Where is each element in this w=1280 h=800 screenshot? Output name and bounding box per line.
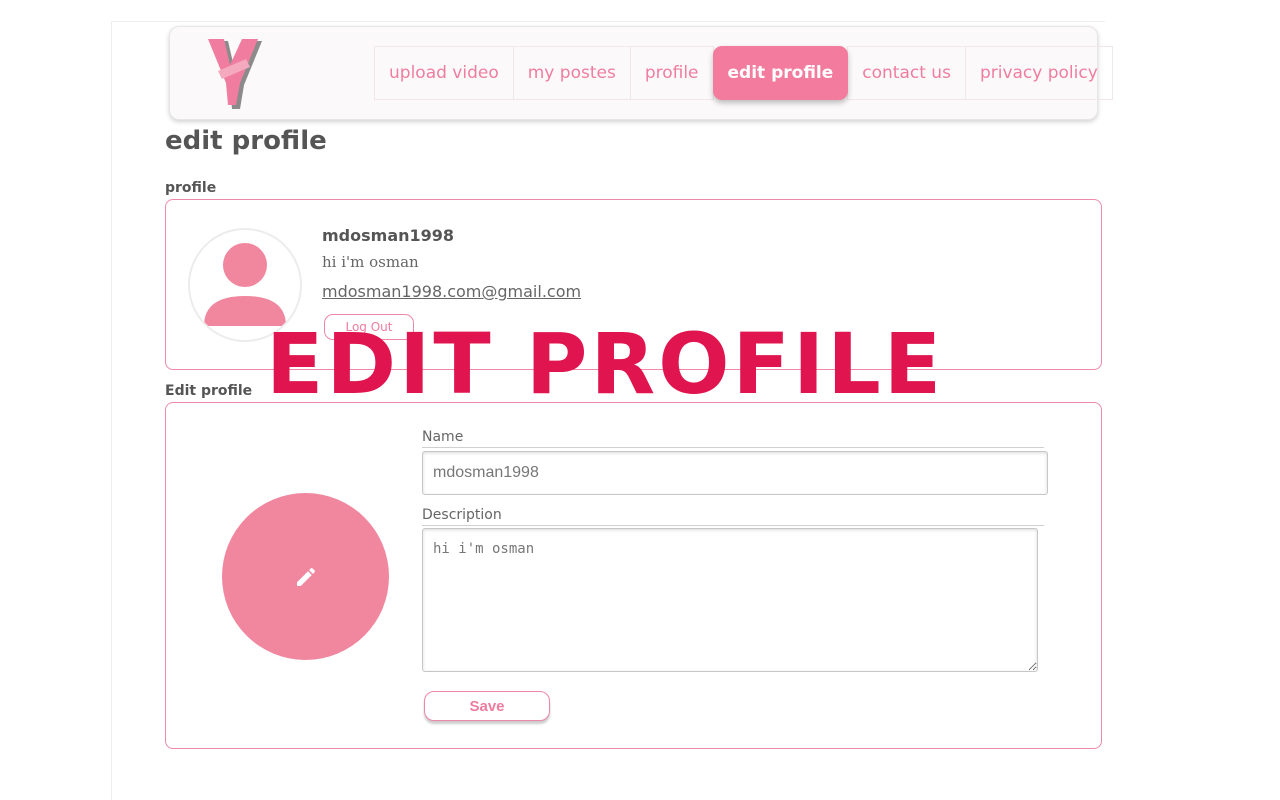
- nav-edit-profile[interactable]: edit profile: [712, 46, 849, 100]
- nav-upload-video[interactable]: upload video: [374, 46, 514, 100]
- page-top-divider: [111, 21, 1105, 22]
- description-field-label: Description: [422, 507, 1044, 526]
- edit-section-label: Edit profile: [165, 383, 253, 399]
- site-header: upload video my postes profile edit prof…: [169, 26, 1113, 120]
- nav-privacy-policy[interactable]: privacy policy: [964, 46, 1113, 100]
- profile-section-label: profile: [165, 180, 217, 196]
- save-button[interactable]: Save: [424, 691, 550, 721]
- logout-button[interactable]: Log Out: [324, 314, 414, 340]
- name-field-label: Name: [422, 429, 1044, 448]
- profile-email-link[interactable]: mdosman1998.com@gmail.com: [322, 282, 581, 301]
- main-nav: upload video my postes profile edit prof…: [374, 46, 1113, 100]
- profile-username: mdosman1998: [322, 226, 455, 245]
- profile-card: mdosman1998 hi i'm osman mdosman1998.com…: [165, 199, 1102, 370]
- name-input[interactable]: [422, 451, 1048, 495]
- profile-avatar: [188, 228, 302, 342]
- nav-contact-us[interactable]: contact us: [847, 46, 966, 100]
- description-textarea[interactable]: hi i'm osman: [422, 528, 1038, 672]
- page-title: edit profile: [165, 126, 327, 156]
- page-left-divider: [111, 22, 112, 800]
- brand-v-logo-icon[interactable]: [206, 37, 268, 109]
- nav-profile[interactable]: profile: [629, 46, 714, 100]
- user-silhouette-icon: [204, 243, 286, 326]
- pencil-icon: [296, 567, 315, 586]
- edit-avatar-button[interactable]: [222, 493, 389, 660]
- nav-my-postes[interactable]: my postes: [512, 46, 631, 100]
- edit-profile-card: Name Description hi i'm osman Save: [165, 402, 1102, 749]
- profile-description: hi i'm osman: [322, 253, 419, 271]
